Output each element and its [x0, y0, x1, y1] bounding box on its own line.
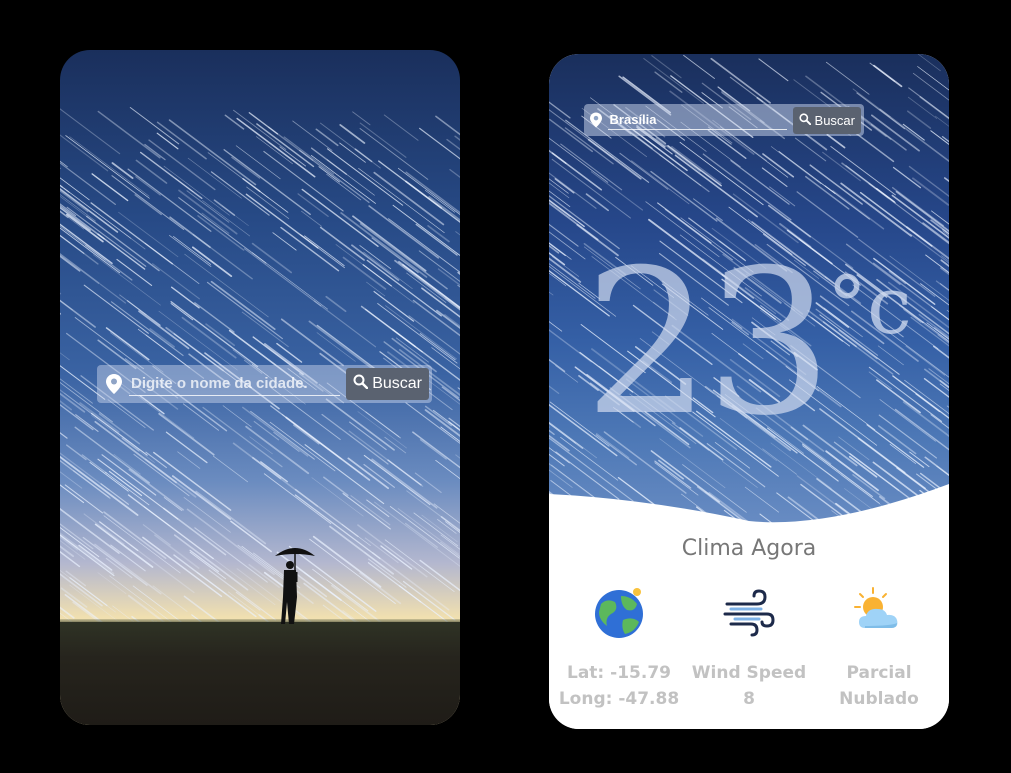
temperature-value: 23 — [584, 227, 832, 460]
wind-info: Wind Speed 8 — [679, 584, 819, 712]
search-icon — [353, 374, 369, 394]
search-bar: Buscar — [97, 365, 432, 403]
search-screen: Buscar — [60, 50, 460, 725]
person-with-umbrella-silhouette — [275, 548, 315, 624]
search-bar: Buscar — [584, 104, 864, 136]
wind-speed-value: 8 — [743, 689, 755, 709]
city-search-input[interactable] — [607, 110, 787, 130]
condition-line-2: Nublado — [839, 689, 919, 709]
location-info: Lat: -15.79 Long: -47.88 — [549, 584, 689, 712]
wave-divider — [549, 484, 949, 529]
search-button[interactable]: Buscar — [346, 368, 429, 400]
search-button[interactable]: Buscar — [792, 106, 861, 134]
temperature-unit: °c — [827, 259, 912, 352]
condition-info: Parcial Nublado — [809, 584, 949, 712]
partly-cloudy-icon — [854, 587, 898, 628]
location-pin-icon — [103, 373, 125, 395]
wind-speed-label: Wind Speed — [691, 663, 807, 683]
ground — [60, 622, 460, 725]
location-pin-icon — [589, 111, 604, 129]
latitude-text: Lat: -15.79 — [567, 663, 671, 683]
longitude-text: Long: -47.88 — [558, 689, 680, 709]
city-search-input[interactable] — [129, 372, 341, 396]
search-button-label: Buscar — [372, 375, 422, 392]
search-icon — [798, 112, 811, 128]
weather-screen: Buscar 23 °c Clima Agora Lat: -15.79 Lon… — [549, 54, 949, 729]
wind-icon — [723, 589, 775, 637]
condition-line-1: Parcial — [846, 663, 912, 683]
earth-icon — [595, 588, 643, 638]
section-title: Clima Agora — [681, 536, 817, 561]
search-button-label: Buscar — [814, 112, 855, 128]
